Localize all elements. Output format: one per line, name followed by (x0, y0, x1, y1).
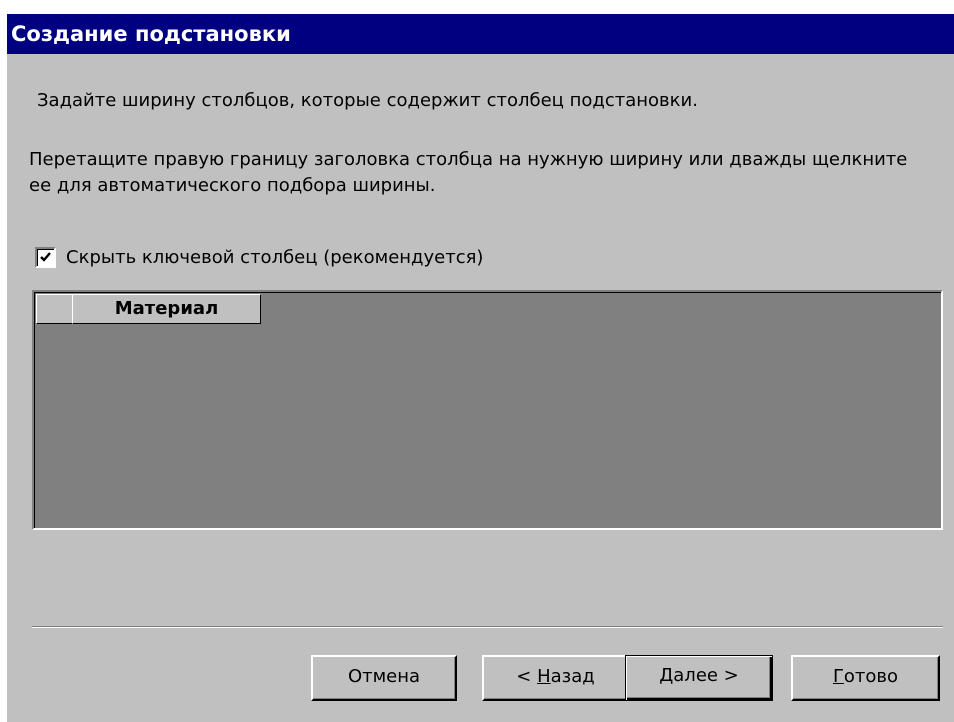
instruction-text-2: Перетащите правую границу заголовка стол… (29, 149, 908, 196)
next-button-mnemonic: Д (659, 665, 674, 686)
cancel-button-label: Отмена (347, 666, 421, 687)
hide-key-column-label: Скрыть ключевой столбец (рекомендуется) (66, 246, 484, 268)
instruction-text-1: Задайте ширину столбцов, которые содержи… (37, 90, 698, 111)
next-button-label: алее > (673, 665, 739, 686)
lookup-wizard-dialog: Создание подстановки Задайте ширину стол… (7, 14, 954, 722)
back-button[interactable]: < Назад (482, 655, 629, 701)
column-header-material[interactable]: Материал (72, 294, 261, 324)
checkmark-icon (40, 251, 51, 262)
back-button-prefix: < (516, 666, 538, 687)
back-button-mnemonic: Н (537, 666, 551, 687)
next-button[interactable]: Далее > (625, 655, 773, 701)
dialog-title: Создание подстановки (7, 14, 954, 54)
hide-key-column-option[interactable]: Скрыть ключевой столбец (рекомендуется) (35, 244, 483, 270)
column-width-grid[interactable]: Материал (32, 290, 943, 530)
record-selector-header (36, 294, 73, 324)
finish-button-label: отово (843, 666, 899, 687)
finish-button-mnemonic: Г (832, 666, 844, 687)
separator (32, 626, 943, 628)
finish-button[interactable]: Готово (791, 655, 940, 701)
hide-key-column-checkbox[interactable] (35, 246, 56, 268)
back-button-label: азад (550, 666, 595, 687)
cancel-button[interactable]: Отмена (311, 655, 457, 701)
